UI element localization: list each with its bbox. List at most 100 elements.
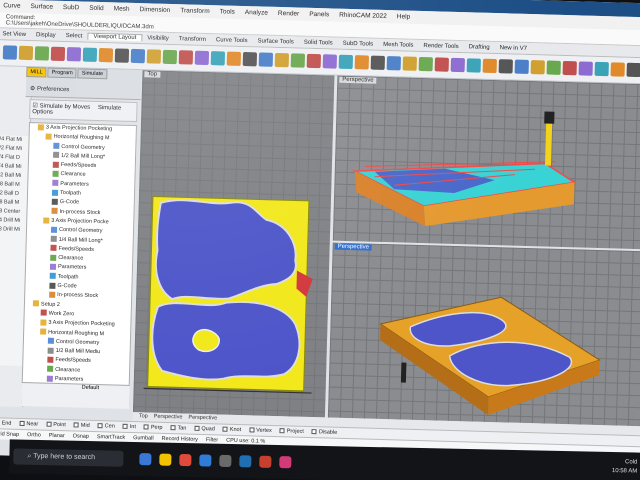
viewport-tab-0[interactable]: Top: [139, 413, 148, 419]
toolbar-icon[interactable]: [418, 56, 433, 72]
viewport-perspective-2[interactable]: Perspective: [327, 242, 640, 427]
toolbar-icon[interactable]: [562, 60, 577, 76]
toolbar-icon[interactable]: [194, 50, 210, 66]
viewport-tab-1[interactable]: Perspective: [154, 414, 183, 421]
toolbar-icon[interactable]: [50, 46, 66, 62]
osnap-vertex[interactable]: Vertex: [249, 427, 272, 434]
toolbar-icon[interactable]: [114, 48, 130, 63]
toolbar-icon[interactable]: [210, 51, 226, 66]
menu-item-8[interactable]: Analyze: [245, 9, 268, 17]
checkbox[interactable]: [170, 425, 176, 431]
toolbar-icon[interactable]: [594, 61, 609, 77]
checkbox[interactable]: [143, 424, 149, 430]
checkbox[interactable]: [97, 423, 103, 429]
toolbar-tab-8[interactable]: Solid Tools: [299, 40, 338, 47]
toolbar-tab-12[interactable]: Drafting: [464, 44, 495, 51]
menu-item-5[interactable]: Dimension: [139, 6, 170, 14]
toolbar-icon[interactable]: [338, 54, 354, 70]
toolbar-icon[interactable]: [98, 47, 114, 63]
powerpoint-icon[interactable]: [259, 455, 272, 468]
taskbar-search[interactable]: ⌕ Type here to search: [13, 448, 124, 467]
preferences-row[interactable]: ⚙ Preferences: [30, 85, 70, 93]
status-item[interactable]: Grid Snap: [0, 431, 19, 438]
osnap-point[interactable]: Point: [46, 421, 66, 428]
viewport-label-top[interactable]: Top: [144, 71, 161, 78]
toolbar-icon[interactable]: [498, 59, 513, 74]
checkbox[interactable]: [19, 420, 25, 427]
toolbar-icon[interactable]: [82, 47, 98, 62]
osnap-disable[interactable]: Disable: [311, 429, 337, 436]
checkbox[interactable]: [122, 423, 128, 429]
toolbar-tab-3[interactable]: Viewport Layout: [87, 32, 143, 42]
menu-item-3[interactable]: Solid: [89, 5, 104, 12]
menu-item-1[interactable]: Surface: [30, 3, 53, 11]
cam-tab-simulate[interactable]: Simulate: [77, 68, 108, 80]
osnap-int[interactable]: Int: [122, 423, 136, 430]
menu-item-7[interactable]: Tools: [220, 8, 235, 15]
toolbar-icon[interactable]: [306, 53, 322, 69]
toolbar-tab-13[interactable]: New in V7: [495, 45, 533, 52]
viewport-tab-2[interactable]: Perspective: [188, 415, 217, 422]
status-item[interactable]: Osnap: [73, 433, 89, 439]
toolbar-tab-4[interactable]: Visibility: [142, 35, 174, 42]
checkbox[interactable]: [194, 425, 200, 431]
osnap-mid[interactable]: Mid: [73, 422, 90, 429]
toolbar-tab-6[interactable]: Curve Tools: [211, 37, 253, 44]
toolbar-icon[interactable]: [402, 56, 417, 71]
cam-tab-mill[interactable]: MILL: [26, 66, 47, 78]
toolbar-tab-11[interactable]: Render Tools: [418, 43, 463, 50]
toolbar-icon[interactable]: [18, 45, 34, 61]
osnap-quad[interactable]: Quad: [194, 425, 215, 432]
osnap-end[interactable]: End: [0, 420, 12, 426]
checkbox[interactable]: [279, 428, 285, 434]
toolbar-icon[interactable]: [530, 60, 545, 75]
toolbar-icon[interactable]: [34, 46, 50, 61]
toolbar-icon[interactable]: [610, 62, 625, 77]
toolbar-icon[interactable]: [514, 59, 529, 74]
edge-icon[interactable]: [199, 454, 212, 467]
toolbar-icon[interactable]: [450, 57, 465, 73]
toolbar-tab-0[interactable]: Set View: [0, 31, 31, 38]
app-icon[interactable]: [279, 456, 292, 469]
viewport-label-persp1[interactable]: Perspective: [339, 76, 377, 84]
toolbar-tab-5[interactable]: Transform: [174, 36, 211, 43]
menu-item-12[interactable]: Help: [397, 13, 411, 20]
checkbox[interactable]: [73, 422, 79, 428]
osnap-cen[interactable]: Cen: [97, 423, 115, 430]
rhino-icon[interactable]: [219, 454, 232, 468]
cam-tab-program[interactable]: Program: [47, 67, 77, 79]
status-item[interactable]: Planar: [49, 433, 65, 439]
toolbar-icon[interactable]: [178, 50, 194, 65]
menu-item-11[interactable]: RhinoCAM 2022: [339, 12, 387, 20]
checkbox[interactable]: [46, 421, 52, 427]
checkbox[interactable]: [249, 427, 255, 433]
file-explorer-icon[interactable]: [159, 453, 172, 466]
menu-item-4[interactable]: Mesh: [114, 5, 130, 12]
toolbar-icon[interactable]: [146, 49, 162, 64]
task-view-icon[interactable]: [139, 453, 152, 466]
toolbar-icon[interactable]: [162, 49, 178, 65]
osnap-near[interactable]: Near: [19, 420, 38, 427]
checkbox[interactable]: [222, 426, 228, 432]
menu-item-0[interactable]: Curve: [3, 2, 21, 9]
toolbar-icon[interactable]: [434, 57, 449, 72]
chrome-icon[interactable]: [179, 453, 192, 467]
toolbar-icon[interactable]: [130, 48, 146, 64]
status-item[interactable]: Filter: [206, 437, 218, 443]
menu-item-9[interactable]: Render: [278, 10, 300, 18]
tool-library-item[interactable]: 3/8 Drill Mi: [0, 225, 28, 235]
word-icon[interactable]: [239, 455, 252, 468]
viewport-label-persp2[interactable]: Perspective: [334, 243, 373, 251]
menu-item-6[interactable]: Transform: [180, 7, 210, 15]
status-item[interactable]: SmartTrack: [97, 434, 125, 441]
toolbar-icon[interactable]: [66, 47, 82, 62]
toolbar-icon[interactable]: [274, 52, 290, 68]
status-item[interactable]: Ortho: [27, 432, 41, 438]
osnap-tan[interactable]: Tan: [170, 425, 186, 432]
menu-item-2[interactable]: SubD: [63, 4, 79, 11]
viewport-top[interactable]: Top: [132, 70, 335, 418]
menu-item-10[interactable]: Panels: [309, 11, 329, 19]
osnap-knot[interactable]: Knot: [222, 426, 241, 433]
toolbar-icon[interactable]: [354, 55, 370, 70]
toolbar-icon[interactable]: [226, 51, 242, 66]
